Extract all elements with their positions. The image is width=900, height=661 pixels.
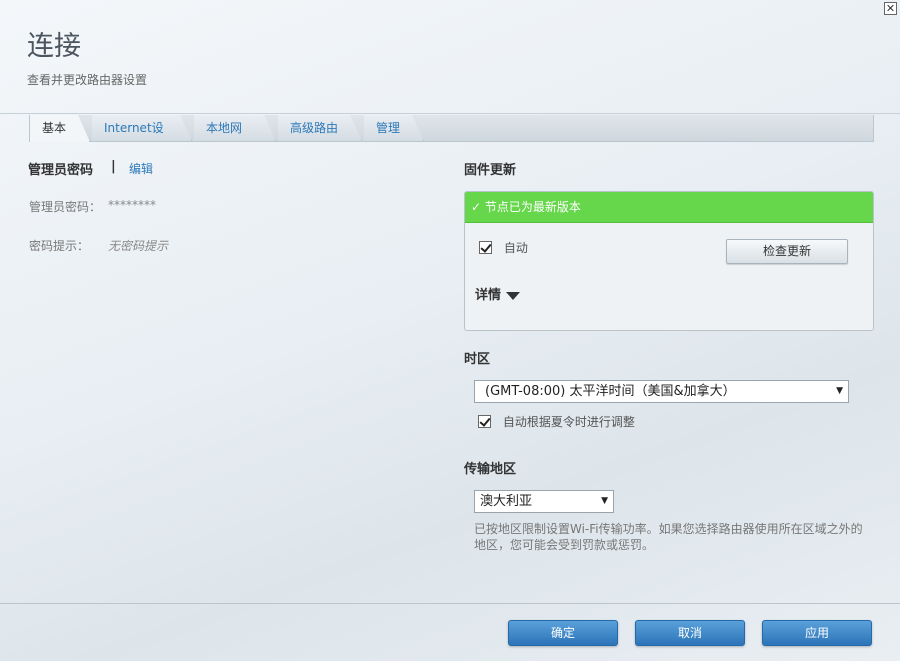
timezone-selected: (GMT-08:00) 太平洋时间（美国&加拿大） <box>485 384 736 399</box>
password-hint-label: 密码提示： <box>29 239 90 253</box>
footer-divider <box>0 603 900 604</box>
password-hint-value: 无密码提示 <box>108 239 169 253</box>
timezone-select[interactable]: (GMT-08:00) 太平洋时间（美国&加拿大） ▼ <box>474 380 849 403</box>
dst-checkbox[interactable] <box>478 415 491 428</box>
title-separator: | <box>111 159 116 174</box>
dropdown-arrow-icon: ▼ <box>836 386 843 396</box>
cancel-button[interactable]: 取消 <box>635 620 745 646</box>
caret-down-icon <box>506 291 521 300</box>
details-toggle[interactable]: 详情 <box>475 284 521 303</box>
timezone-title: 时区 <box>464 352 491 367</box>
firmware-status-text: 节点已为最新版本 <box>484 200 581 214</box>
dst-label: 自动根据夏令时进行调整 <box>502 415 635 429</box>
auto-update-checkbox[interactable] <box>479 241 492 254</box>
admin-password-label: 管理员密码： <box>29 200 102 214</box>
details-label: 详情 <box>475 288 502 303</box>
ok-button[interactable]: 确定 <box>508 620 618 646</box>
close-icon[interactable]: ✕ <box>884 2 897 15</box>
check-update-button[interactable]: 检查更新 <box>726 239 848 264</box>
dropdown-arrow-icon: ▼ <box>601 496 608 506</box>
apply-button[interactable]: 应用 <box>762 620 872 646</box>
tab-bar: 基本 Internet设置 本地网络 高级路由 管理 <box>29 115 874 142</box>
tab-local-network[interactable]: 本地网络 <box>194 115 276 141</box>
admin-password-title: 管理员密码 <box>28 163 94 178</box>
edit-password-link[interactable]: 编辑 <box>129 160 153 177</box>
page-title: 连接 <box>27 31 81 62</box>
tab-advanced-routing[interactable]: 高级路由 <box>278 115 362 141</box>
tab-administration[interactable]: 管理 <box>364 115 424 141</box>
region-selected: 澳大利亚 <box>480 494 533 509</box>
firmware-panel: ✓ 节点已为最新版本 自动 检查更新 详情 <box>464 191 874 331</box>
region-title: 传输地区 <box>464 462 517 477</box>
firmware-status-banner: ✓ 节点已为最新版本 <box>465 192 873 223</box>
auto-update-label: 自动 <box>503 241 528 255</box>
region-select[interactable]: 澳大利亚 ▼ <box>474 490 614 513</box>
region-note: 已按地区限制设置Wi-Fi传输功率。如果您选择路由器使用所在区域之外的地区，您可… <box>474 522 863 552</box>
tab-basic[interactable]: 基本 <box>30 115 90 142</box>
page-subtitle: 查看并更改路由器设置 <box>27 73 148 87</box>
header-divider <box>0 113 900 114</box>
tab-internet-settings[interactable]: Internet设置 <box>92 115 192 141</box>
firmware-title: 固件更新 <box>464 163 517 178</box>
admin-password-value: ******** <box>108 198 156 212</box>
check-icon: ✓ <box>471 200 482 214</box>
